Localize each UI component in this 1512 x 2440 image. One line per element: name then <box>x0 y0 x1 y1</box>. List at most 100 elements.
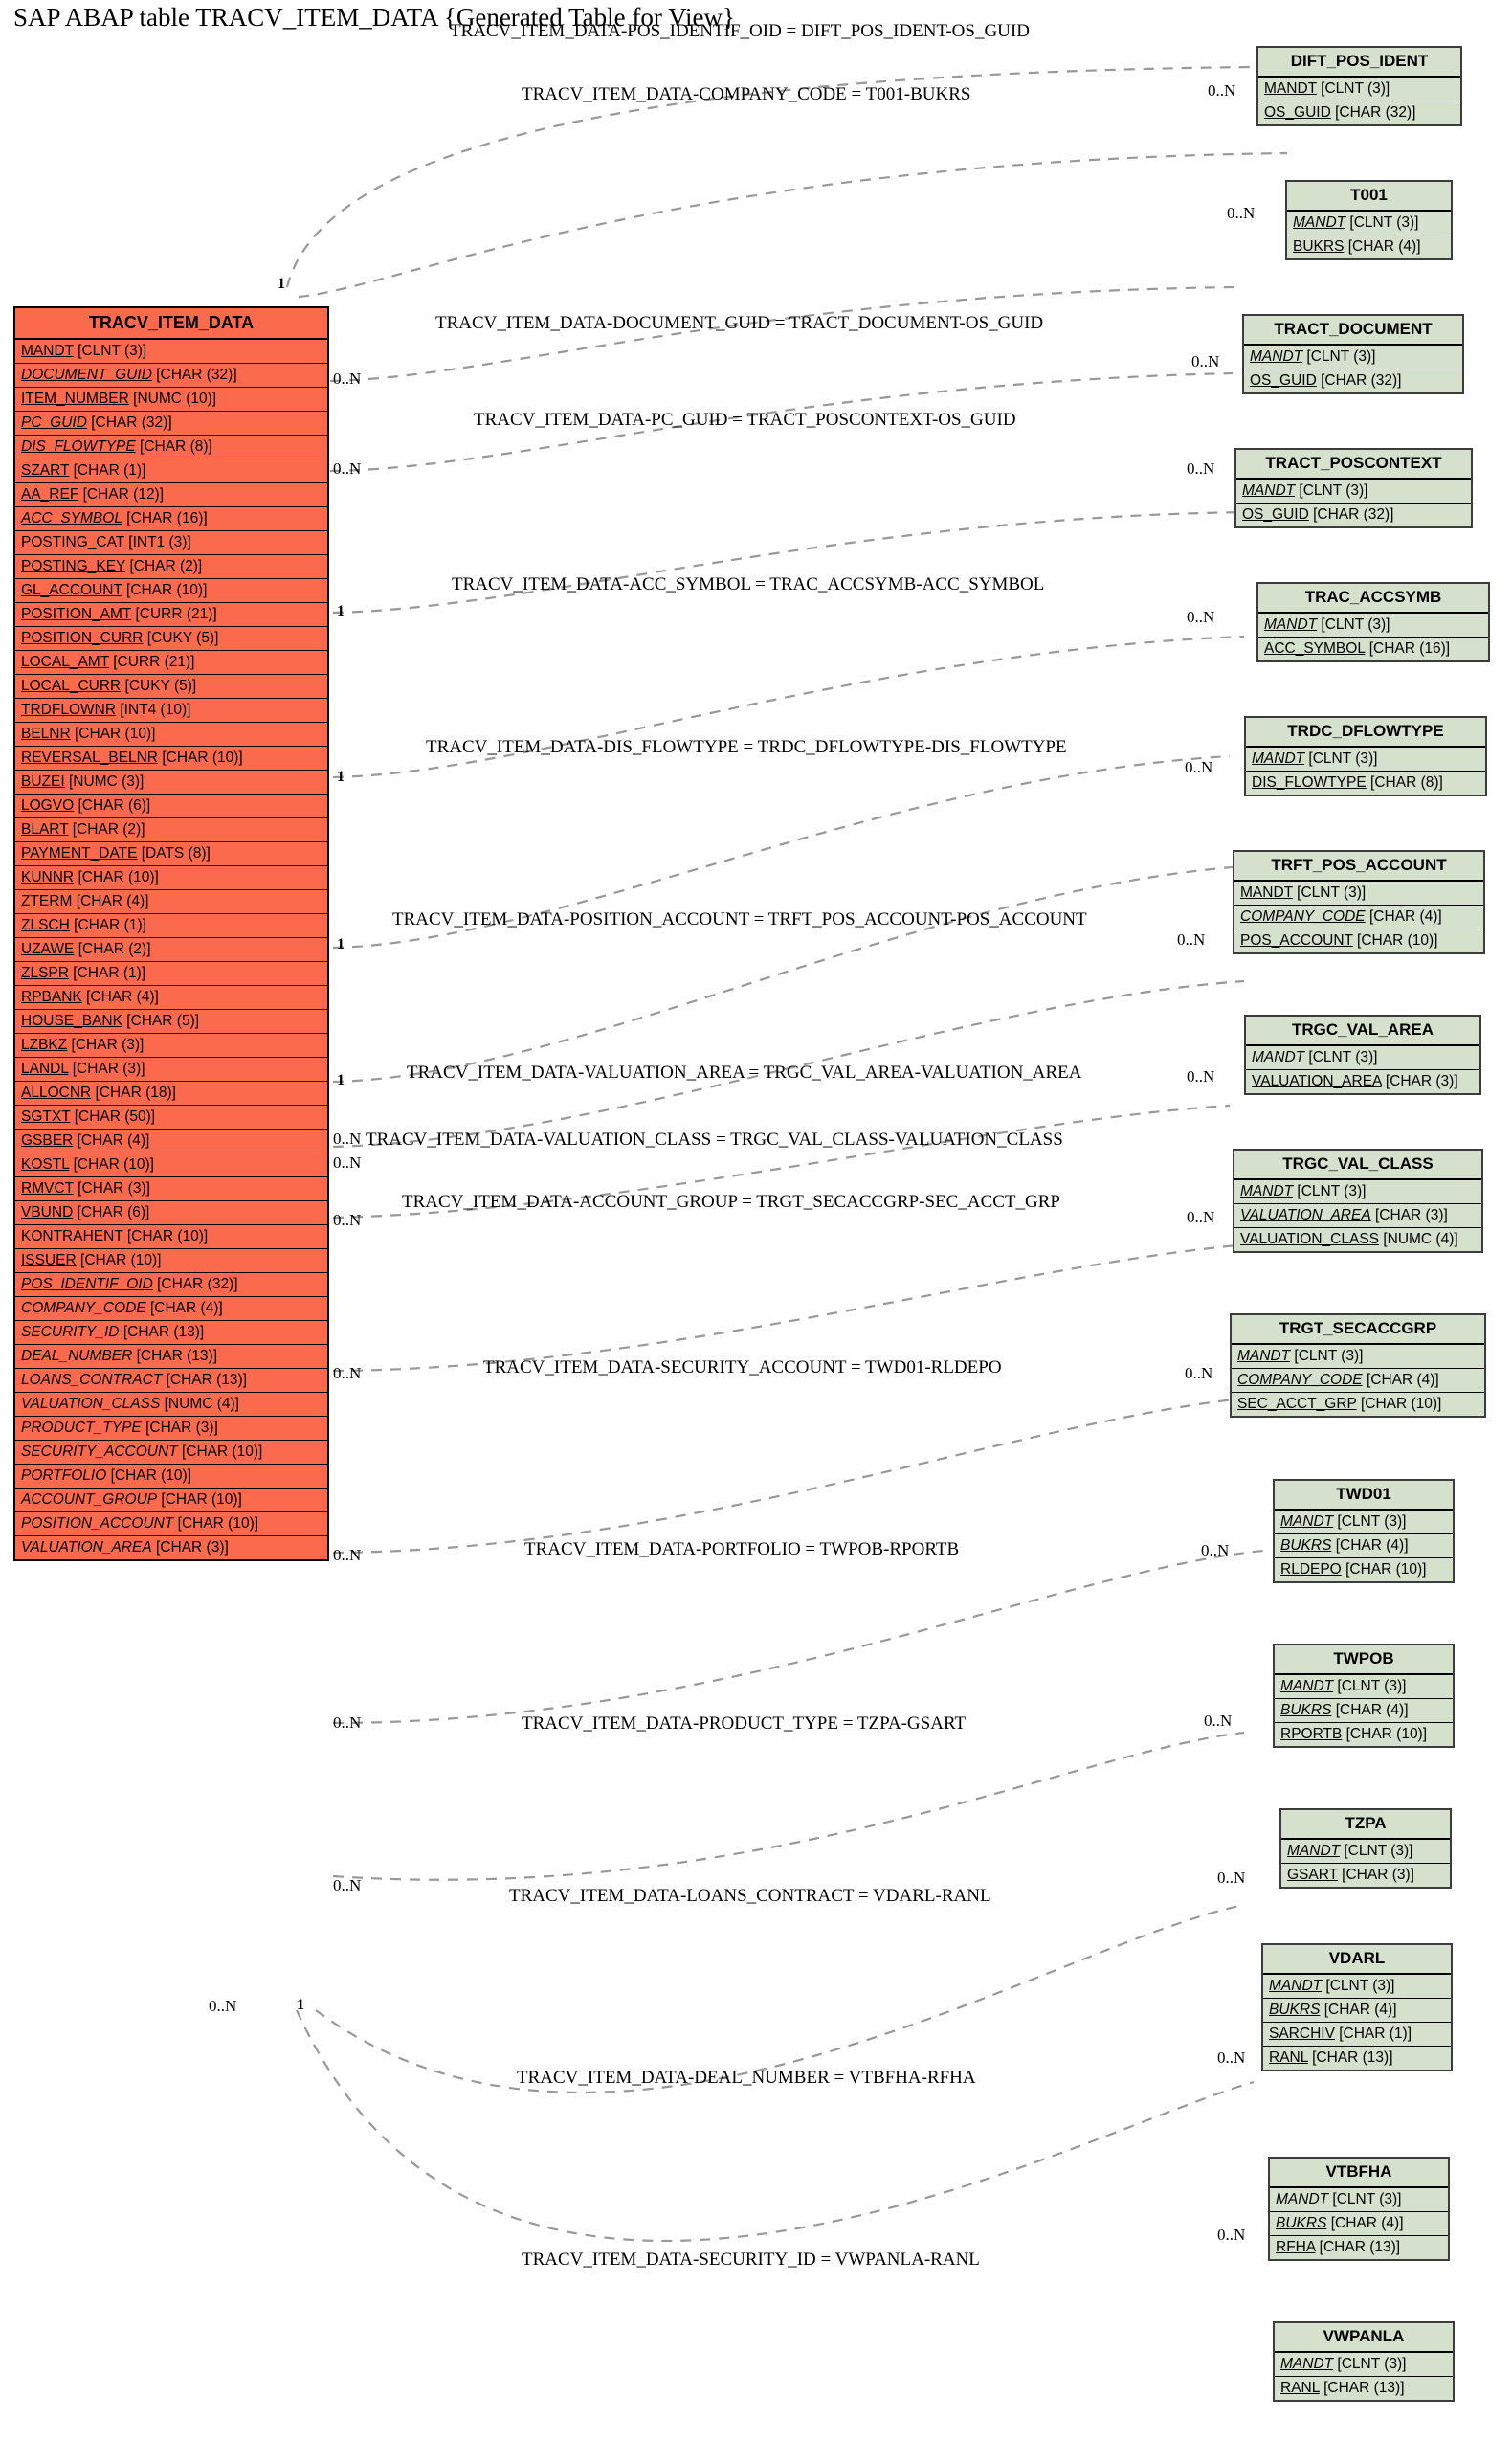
cardinality-right-7: 0..N <box>1187 1067 1215 1086</box>
entity-field-row: LOGVO [CHAR (6)] <box>15 795 327 818</box>
field-name: RMVCT <box>21 1180 74 1197</box>
entity-field-row: TRDFLOWNR [INT4 (10)] <box>15 699 327 723</box>
field-type: [CLNT (3)] <box>1297 884 1367 901</box>
field-name: BLART <box>21 821 69 838</box>
field-type: [CHAR (4)] <box>1323 2002 1397 2018</box>
entity-field-row: COMPANY_CODE [CHAR (4)] <box>1232 1369 1484 1393</box>
field-name: POSITION_CURR <box>21 630 144 646</box>
field-name: ALLOCNR <box>21 1085 92 1101</box>
field-name: SECURITY_ACCOUNT <box>21 1444 178 1460</box>
field-type: [CHAR (4)] <box>1368 908 1442 925</box>
entity-trgt-secaccgrp[interactable]: TRGT_SECACCGRP MANDT [CLNT (3)] COMPANY_CO… <box>1230 1313 1486 1418</box>
field-type: [NUMC (4)] <box>164 1396 239 1412</box>
field-type: [CHAR (10)] <box>1345 1726 1428 1742</box>
field-type: [CHAR (8)] <box>140 438 212 455</box>
field-type: [CHAR (32)] <box>1335 104 1416 121</box>
entity-field-row: DOCUMENT_GUID [CHAR (32)] <box>15 364 327 388</box>
field-name: LZBKZ <box>21 1037 68 1053</box>
field-type: [NUMC (3)] <box>68 773 145 790</box>
entity-field-row: VALUATION_CLASS [NUMC (4)] <box>15 1393 327 1417</box>
field-type: [CLNT (3)] <box>1297 1183 1367 1199</box>
field-type: [CHAR (4)] <box>77 1132 150 1149</box>
entity-field-row: SZART [CHAR (1)] <box>15 459 327 483</box>
cardinality-right-12: 0..N <box>1204 1712 1233 1730</box>
field-name: VALUATION_AREA <box>21 1539 152 1556</box>
cardinality-left-3: 0..N <box>333 459 362 478</box>
field-name: LOCAL_AMT <box>21 654 109 670</box>
cardinality-left-2: 0..N <box>333 369 362 388</box>
field-type: [CLNT (3)] <box>1349 214 1419 231</box>
field-type: [DATS (8)] <box>141 845 211 862</box>
field-type: [CHAR (4)] <box>1347 238 1421 255</box>
entity-field-row: MANDT [CLNT (3)] <box>1281 1840 1450 1864</box>
field-type: [INT4 (10)] <box>120 702 191 718</box>
cardinality-right-3: 0..N <box>1187 459 1215 478</box>
entity-trdc-dflowtype[interactable]: TRDC_DFLOWTYPE MANDT [CLNT (3)] DIS_FLOWTY… <box>1244 716 1487 796</box>
field-name: MANDT <box>1287 1843 1341 1859</box>
field-type: [CHAR (3)] <box>72 1061 145 1077</box>
cardinality-right-14: 0..N <box>1217 2048 1246 2067</box>
entity-tract-document[interactable]: TRACT_DOCUMENT MANDT [CLNT (3)] OS_GUID [C… <box>1242 314 1464 394</box>
cardinality-left-13: 0..N <box>333 1876 362 1894</box>
entity-field-row: BELNR [CHAR (10)] <box>15 723 327 747</box>
field-type: [CHAR (1)] <box>73 462 146 479</box>
entity-title: VWPANLA <box>1275 2323 1453 2353</box>
entity-field-row: POSTING_KEY [CHAR (2)] <box>15 555 327 579</box>
cardinality-right-15: 0..N <box>1217 2226 1246 2244</box>
rel-label-6: TRACV_ITEM_DATA-POSITION_ACCOUNT = TRFT_… <box>392 909 1087 929</box>
entity-field-row: OS_GUID [CHAR (32)] <box>1244 369 1462 392</box>
cardinality-right-6: 0..N <box>1177 930 1206 949</box>
cardinality-left-9: 0..N <box>333 1211 362 1229</box>
field-type: [CHAR (13)] <box>122 1324 205 1340</box>
entity-twd01[interactable]: TWD01 MANDT [CLNT (3)] BUKRS [CHAR (4)] RLD… <box>1273 1479 1455 1583</box>
entity-field-row: MANDT [CLNT (3)] <box>1232 1345 1484 1369</box>
field-name: ACC_SYMBOL <box>21 510 122 526</box>
field-type: [CLNT (3)] <box>1308 750 1378 767</box>
entity-field-row: ITEM_NUMBER [NUMC (10)] <box>15 388 327 412</box>
entity-dift-pos-ident[interactable]: DIFT_POS_IDENT MANDT [CLNT (3)] OS_GUID [C… <box>1256 46 1462 126</box>
field-name: RPBANK <box>21 989 82 1005</box>
cardinality-left-6: 1 <box>337 936 345 952</box>
entity-field-row: BUKRS [CHAR (4)] <box>1275 1699 1453 1723</box>
entity-trac-accsymb[interactable]: TRAC_ACCSYMB MANDT [CLNT (3)] ACC_SYMBOL [… <box>1256 582 1490 662</box>
field-type: [CHAR (2)] <box>72 821 145 838</box>
entity-title: TZPA <box>1281 1810 1450 1840</box>
entity-vwpanla[interactable]: VWPANLA MANDT [CLNT (3)] RANL [CHAR (13)] <box>1273 2321 1455 2402</box>
entity-title: VDARL <box>1263 1945 1451 1975</box>
entity-field-row: DEAL_NUMBER [CHAR (13)] <box>15 1345 327 1369</box>
cardinality-right-4: 0..N <box>1187 608 1215 626</box>
entity-tract-poscontext[interactable]: TRACT_POSCONTEXT MANDT [CLNT (3)] OS_GUID … <box>1234 448 1473 528</box>
entity-t001[interactable]: T001 MANDT [CLNT (3)] BUKRS [CHAR (4)] <box>1285 180 1453 260</box>
entity-field-row: PC_GUID [CHAR (32)] <box>15 412 327 436</box>
entity-field-row: POSITION_CURR [CUKY (5)] <box>15 627 327 651</box>
entity-vdarl[interactable]: VDARL MANDT [CLNT (3)] BUKRS [CHAR (4)] SAR… <box>1261 1943 1453 2071</box>
entity-field-row: GSART [CHAR (3)] <box>1281 1864 1450 1887</box>
entity-twpob[interactable]: TWPOB MANDT [CLNT (3)] BUKRS [CHAR (4)] RPO… <box>1273 1644 1455 1748</box>
entity-trgc-val-class[interactable]: TRGC_VAL_CLASS MANDT [CLNT (3)] VALUATION_… <box>1233 1149 1483 1253</box>
field-type: [CHAR (32)] <box>156 367 237 383</box>
entity-field-row: ACCOUNT_GROUP [CHAR (10)] <box>15 1489 327 1512</box>
entity-tracv-item-data[interactable]: TRACV_ITEM_DATA MANDT [CLNT (3)] DOCUMENT… <box>13 306 329 1561</box>
field-name: GSBER <box>21 1132 74 1149</box>
rel-label-14: TRACV_ITEM_DATA-DEAL_NUMBER = VTBFHA-RFH… <box>517 2068 976 2088</box>
entity-field-row: RFHA [CHAR (13)] <box>1270 2236 1448 2259</box>
field-name: MANDT <box>21 343 74 359</box>
entity-field-row: ACC_SYMBOL [CHAR (16)] <box>1258 638 1488 660</box>
field-name: MANDT <box>1252 750 1305 767</box>
entity-trft-pos-account[interactable]: TRFT_POS_ACCOUNT MANDT [CLNT (3)] COMPANY_… <box>1233 850 1485 954</box>
field-name: TRDFLOWNR <box>21 702 117 718</box>
rel-label-9: TRACV_ITEM_DATA-ACCOUNT_GROUP = TRGT_SEC… <box>402 1192 1060 1212</box>
cardinality-right-5: 0..N <box>1185 758 1213 776</box>
field-name: POS_IDENTIF_OID <box>21 1276 153 1292</box>
field-type: [CHAR (13)] <box>1319 2239 1401 2255</box>
entity-vtbfha[interactable]: VTBFHA MANDT [CLNT (3)] BUKRS [CHAR (4)] RF… <box>1268 2157 1450 2261</box>
rel-label-1: TRACV_ITEM_DATA-COMPANY_CODE = T001-BUKR… <box>522 84 971 104</box>
entity-field-row: RANL [CHAR (13)] <box>1275 2377 1453 2400</box>
field-name: POSTING_CAT <box>21 534 124 550</box>
field-name: ACC_SYMBOL <box>1264 640 1366 657</box>
entity-field-row: LOCAL_CURR [CUKY (5)] <box>15 675 327 699</box>
entity-trgc-val-area[interactable]: TRGC_VAL_AREA MANDT [CLNT (3)] VALUATION_A… <box>1244 1015 1481 1095</box>
entity-tzpa[interactable]: TZPA MANDT [CLNT (3)] GSART [CHAR (3)] <box>1279 1808 1452 1889</box>
field-type: [CHAR (10)] <box>181 1444 263 1460</box>
field-name: MANDT <box>1280 1678 1334 1694</box>
